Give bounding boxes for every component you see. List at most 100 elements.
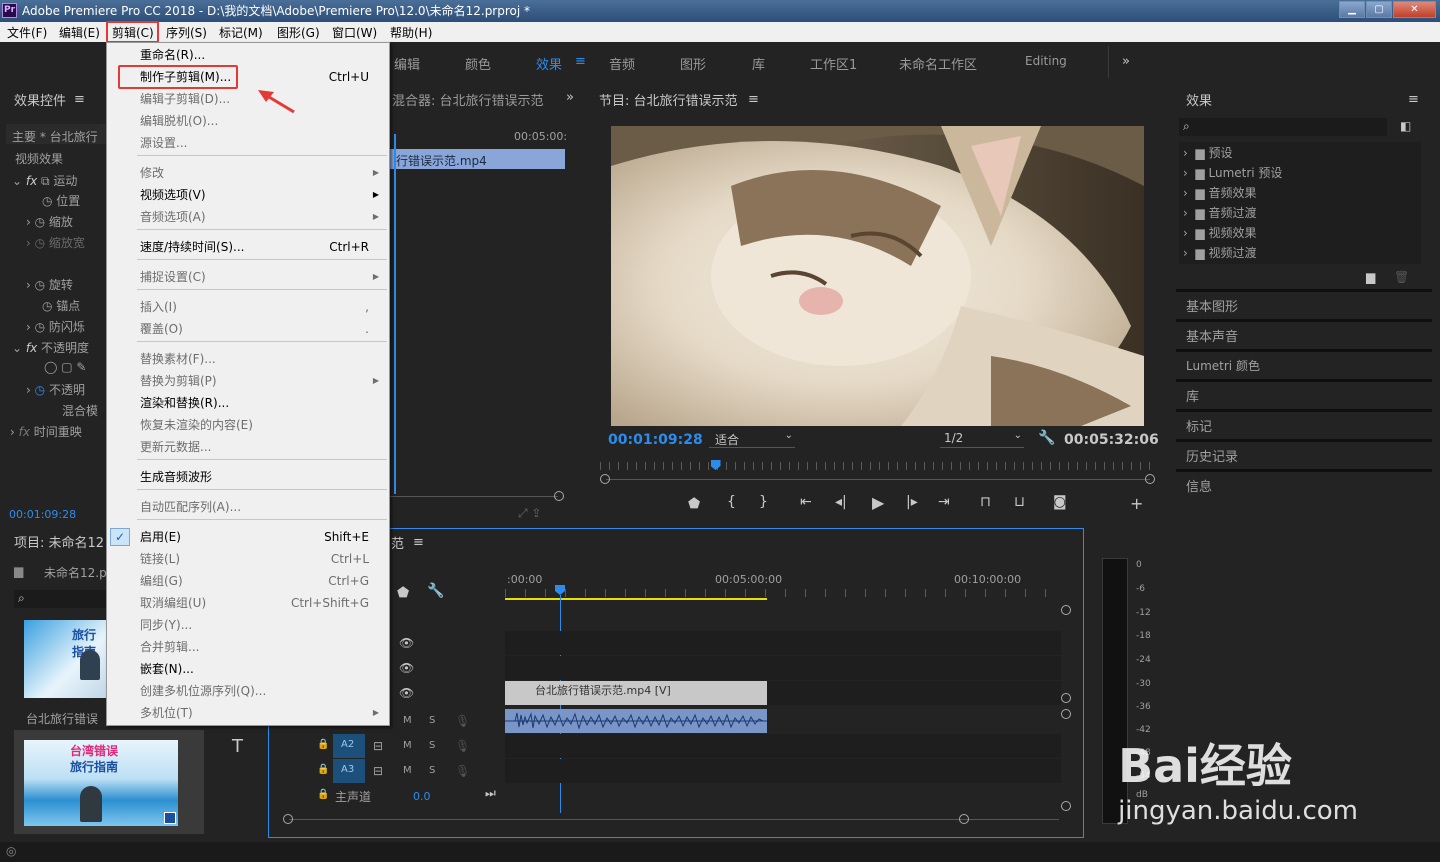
lock-icon[interactable]: 🔒 [317,739,329,750]
track-a2-solo[interactable]: S [429,740,435,751]
timeline-scrollbar[interactable] [289,819,1059,820]
clip-thumbnail-1[interactable]: 旅行指南 [24,620,106,698]
timeline-scroll-handle-right[interactable] [959,814,969,824]
lock-icon[interactable]: 🔒 [317,764,329,775]
clip-menu-item[interactable]: 源设置... [107,133,389,153]
menu-edit[interactable]: 编辑(E) [59,24,100,41]
effect-controls-title[interactable]: 效果控件 [14,90,66,109]
track-a1-mute[interactable]: M [403,715,412,726]
audio-mixer-scroll-handle[interactable] [554,491,564,501]
tree-item-presets[interactable]: › ▆ 预设 [1183,144,1233,161]
microphone-icon[interactable]: 🎙 [455,739,470,753]
step-back-icon[interactable]: ◂| [835,494,847,510]
program-video-frame[interactable] [611,126,1144,426]
workspace-color[interactable]: 颜色 [465,54,491,73]
master-track-value[interactable]: 0.0 [413,790,431,803]
timeline-title[interactable]: 范 [391,533,404,552]
effect-rotation-row[interactable]: › ◷ 旋转 [26,276,73,293]
lock-icon[interactable]: 🔒 [317,789,329,800]
workspace-effects[interactable]: 效果 [536,54,562,73]
tree-item-video-effects[interactable]: › ▆ 视频效果 [1183,224,1257,241]
maximize-button[interactable]: ▢ [1366,1,1392,18]
track-a1-solo[interactable]: S [429,715,435,726]
video-track-3[interactable] [505,631,1061,655]
step-forward-icon[interactable]: |▸ [906,494,918,510]
workspace-menu-icon[interactable]: ≡ [575,54,586,69]
program-time-ruler[interactable] [600,462,1150,470]
eye-icon[interactable]: 👁 [399,686,414,700]
vertical-scroll-handle[interactable] [1061,605,1071,615]
clip-menu-item[interactable]: 多机位(T) ▶ [107,703,389,723]
section-info[interactable]: 信息 [1186,476,1212,495]
close-button[interactable]: ✕ [1393,1,1436,18]
effect-anchor-row[interactable]: ◷ 锚点 [42,297,80,314]
track-a2-mute[interactable]: M [403,740,412,751]
program-menu-icon[interactable]: ≡ [748,92,759,107]
mark-out-icon[interactable]: } [759,494,768,510]
folder-icon[interactable]: ▆ [1366,270,1375,284]
wrench-icon[interactable]: 🔧 [1038,430,1055,446]
section-essential-graphics[interactable]: 基本图形 [1186,296,1238,315]
add-button-icon[interactable]: + [1130,494,1143,513]
workspace-audio[interactable]: 音频 [609,54,635,73]
audio-clip[interactable] [505,709,767,733]
workspace-1[interactable]: 工作区1 [810,54,857,73]
workspace-editing[interactable]: Editing [1025,54,1067,68]
program-monitor-title[interactable]: 节目: 台北旅行错误示范 [599,90,738,109]
go-to-out-icon[interactable]: ⇥ [938,494,950,510]
zoom-handle-left[interactable] [600,474,610,484]
clip-menu-item[interactable]: 嵌套(N)... [107,659,389,679]
eye-icon[interactable]: 👁 [399,636,414,650]
clip-menu-item[interactable]: ✓ 启用(E) Shift+E [107,527,389,547]
clip-menu-item[interactable]: 覆盖(O). [107,319,389,339]
tree-item-lumetri-presets[interactable]: › ▆ Lumetri 预设 [1183,164,1282,181]
wrench-icon[interactable]: 🔧 [427,583,444,599]
workspace-graphics[interactable]: 图形 [680,54,706,73]
track-a2-target[interactable]: A2 [333,734,365,758]
workspace-edit[interactable]: 编辑 [394,54,420,73]
workspace-unnamed[interactable]: 未命名工作区 [899,54,977,73]
clip-menu-item[interactable]: 创建多机位源序列(Q)... [107,681,389,701]
clip-menu-item[interactable]: 音频选项(A) ▶ [107,207,389,227]
video-clip[interactable]: 台北旅行错误示范.mp4 [V] [505,681,767,705]
clip-menu-item[interactable]: 取消编组(U) Ctrl+Shift+G [107,593,389,613]
workspace-library[interactable]: 库 [752,54,765,73]
menu-file[interactable]: 文件(F) [7,24,47,41]
clip-menu-item[interactable]: 视频选项(V) ▶ [107,185,389,205]
section-essential-sound[interactable]: 基本声音 [1186,326,1238,345]
clip-menu-item[interactable]: 自动匹配序列(A)... [107,497,389,517]
video-track-2[interactable] [505,656,1061,680]
effect-opacity-value-row[interactable]: › ◷ 不透明 [26,381,85,398]
menu-window[interactable]: 窗口(W) [332,24,377,41]
timeline-scroll-handle-left[interactable] [283,814,293,824]
audio-track-2[interactable] [505,734,1061,758]
track-a3-solo[interactable]: S [429,765,435,776]
workspace-overflow-icon[interactable]: » [1122,54,1130,69]
clip-menu-item[interactable]: 替换素材(F)... [107,349,389,369]
track-a3-mute[interactable]: M [403,765,412,776]
effect-position-row[interactable]: ◷ 位置 [42,192,80,209]
program-timecode[interactable]: 00:01:09:28 [608,432,703,448]
extract-icon[interactable]: ⊔ [1014,494,1025,510]
clip-menu-item[interactable]: 同步(Y)... [107,615,389,635]
clip-thumbnail-2[interactable]: 台湾错误 旅行指南 [24,740,178,826]
audio-mixer-playhead[interactable] [394,134,396,494]
menu-graphics[interactable]: 图形(G) [277,24,320,41]
effect-scale-width-row[interactable]: › ◷ 缩放宽 [26,234,85,251]
clip-menu-item[interactable]: 重命名(R)... [107,45,389,65]
menu-help[interactable]: 帮助(H) [390,24,432,41]
clip-menu-item[interactable]: 捕捉设置(C) ▶ [107,267,389,287]
program-zoom-bar[interactable] [606,479,1150,480]
vertical-scroll-handle[interactable] [1061,693,1071,703]
menu-sequence[interactable]: 序列(S) [166,24,207,41]
play-icon[interactable]: ▶ [872,493,884,512]
sync-lock-icon[interactable]: ⊟ [373,764,383,778]
panel-menu-icon[interactable]: ≡ [1408,92,1419,107]
audio-track-3[interactable] [505,759,1061,783]
audio-mixer-title[interactable]: 混合器: 台北旅行错误示范 [392,90,544,109]
snap-marker-icon[interactable]: ⬟ [397,585,409,601]
panel-menu-icon[interactable]: ≡ [74,92,85,107]
menu-marker[interactable]: 标记(M) [219,24,263,41]
clip-menu-item[interactable]: 编组(G) Ctrl+G [107,571,389,591]
clip-menu-item[interactable]: 合并剪辑... [107,637,389,657]
